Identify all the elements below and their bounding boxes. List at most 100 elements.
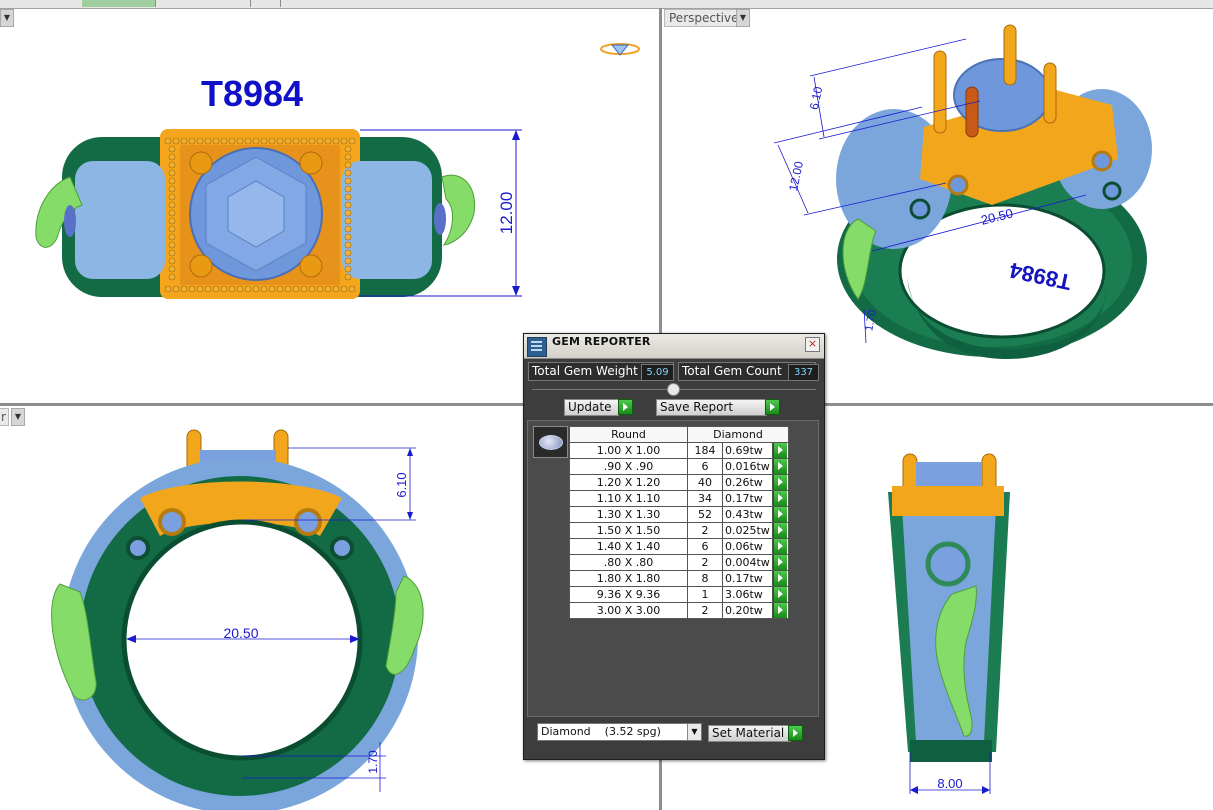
bead bbox=[204, 285, 212, 293]
save-report-go-icon[interactable] bbox=[765, 399, 780, 415]
bead bbox=[212, 137, 220, 145]
row-go-cell[interactable] bbox=[772, 506, 789, 523]
bead bbox=[344, 185, 352, 193]
row-select-icon[interactable] bbox=[773, 459, 787, 474]
row-go-cell[interactable] bbox=[772, 570, 789, 587]
row-go-cell[interactable] bbox=[772, 554, 789, 571]
gem-reporter-titlebar[interactable]: GEM REPORTER × bbox=[524, 334, 824, 359]
bead bbox=[164, 137, 172, 145]
row-go-cell[interactable] bbox=[772, 586, 789, 603]
bead bbox=[168, 225, 176, 233]
table-row[interactable]: 1.80 X 1.80 8 0.17tw bbox=[569, 570, 789, 587]
gem-size: 1.10 X 1.10 bbox=[569, 490, 688, 507]
row-select-icon[interactable] bbox=[773, 539, 787, 554]
bead bbox=[244, 285, 252, 293]
bead bbox=[196, 137, 204, 145]
gem-size: 1.30 X 1.30 bbox=[569, 506, 688, 523]
bead bbox=[300, 137, 308, 145]
viewport-tab[interactable] bbox=[155, 0, 251, 7]
bead bbox=[268, 285, 276, 293]
bead bbox=[168, 169, 176, 177]
viewport-tab-active[interactable] bbox=[82, 0, 156, 7]
gem-weight: 0.17tw bbox=[722, 570, 773, 587]
gem-size: .90 X .90 bbox=[569, 458, 688, 475]
gem-reporter-icon bbox=[527, 337, 547, 357]
gem-weight: 0.016tw bbox=[722, 458, 773, 475]
row-go-cell[interactable] bbox=[772, 490, 789, 507]
gem-reporter-title: GEM REPORTER bbox=[552, 335, 651, 348]
table-row[interactable]: 9.36 X 9.36 1 3.06tw bbox=[569, 586, 789, 603]
round-diamond-icon[interactable] bbox=[533, 426, 568, 458]
update-button[interactable]: Update bbox=[564, 399, 619, 416]
gem-weight: 3.06tw bbox=[722, 586, 773, 603]
set-material-go-icon[interactable] bbox=[788, 725, 803, 741]
table-row[interactable]: 1.10 X 1.10 34 0.17tw bbox=[569, 490, 789, 507]
save-report-button[interactable]: Save Report bbox=[656, 399, 767, 416]
row-select-icon[interactable] bbox=[773, 507, 787, 522]
model-label: T8984 bbox=[201, 73, 303, 114]
bead bbox=[344, 177, 352, 185]
bead bbox=[168, 161, 176, 169]
material-select[interactable]: Diamond (3.52 spg) ▼ bbox=[537, 723, 702, 741]
table-row[interactable]: 1.30 X 1.30 52 0.43tw bbox=[569, 506, 789, 523]
row-select-icon[interactable] bbox=[773, 443, 787, 458]
dimension-top: 6.10 bbox=[394, 472, 409, 497]
row-select-icon[interactable] bbox=[773, 587, 787, 602]
row-select-icon[interactable] bbox=[773, 555, 787, 570]
table-row[interactable]: 1.20 X 1.20 40 0.26tw bbox=[569, 474, 789, 491]
viewport-tab[interactable] bbox=[0, 0, 83, 7]
bead bbox=[348, 285, 356, 293]
table-row[interactable]: 1.40 X 1.40 6 0.06tw bbox=[569, 538, 789, 555]
bead bbox=[236, 137, 244, 145]
bead bbox=[344, 257, 352, 265]
gem-count: 2 bbox=[687, 554, 723, 571]
chevron-down-icon[interactable]: ▼ bbox=[687, 724, 701, 740]
bead bbox=[344, 193, 352, 201]
gem-count: 1 bbox=[687, 586, 723, 603]
bead bbox=[344, 217, 352, 225]
close-icon[interactable]: × bbox=[805, 337, 820, 352]
set-material-button[interactable]: Set Material bbox=[708, 725, 791, 742]
bead bbox=[172, 285, 180, 293]
table-row[interactable]: 1.50 X 1.50 2 0.025tw bbox=[569, 522, 789, 539]
viewport-tab[interactable] bbox=[250, 0, 281, 7]
gem-table: Round Diamond 1.00 X 1.00 184 0.69tw .90 X … bbox=[569, 426, 789, 619]
row-select-icon[interactable] bbox=[773, 523, 787, 538]
bead bbox=[212, 285, 220, 293]
bead bbox=[344, 233, 352, 241]
collapse-toggle-icon[interactable] bbox=[667, 383, 680, 396]
bead bbox=[180, 137, 188, 145]
bead bbox=[284, 137, 292, 145]
bead bbox=[168, 193, 176, 201]
row-go-cell[interactable] bbox=[772, 602, 789, 619]
row-go-cell[interactable] bbox=[772, 474, 789, 491]
bead bbox=[340, 285, 348, 293]
row-select-icon[interactable] bbox=[773, 571, 787, 586]
gem-size: 1.80 X 1.80 bbox=[569, 570, 688, 587]
row-select-icon[interactable] bbox=[773, 491, 787, 506]
bead bbox=[168, 257, 176, 265]
gem-count: 52 bbox=[687, 506, 723, 523]
gem-count: 184 bbox=[687, 442, 723, 459]
table-row[interactable]: .80 X .80 2 0.004tw bbox=[569, 554, 789, 571]
row-go-cell[interactable] bbox=[772, 442, 789, 459]
row-go-cell[interactable] bbox=[772, 458, 789, 475]
row-go-cell[interactable] bbox=[772, 538, 789, 555]
table-row[interactable]: .90 X .90 6 0.016tw bbox=[569, 458, 789, 475]
bead bbox=[220, 137, 228, 145]
gem-count: 34 bbox=[687, 490, 723, 507]
gem-size: 9.36 X 9.36 bbox=[569, 586, 688, 603]
bead bbox=[168, 201, 176, 209]
bead bbox=[260, 285, 268, 293]
table-row[interactable]: 1.00 X 1.00 184 0.69tw bbox=[569, 442, 789, 459]
gem-logo-icon bbox=[600, 43, 640, 56]
row-select-icon[interactable] bbox=[773, 603, 787, 618]
row-select-icon[interactable] bbox=[773, 475, 787, 490]
bead bbox=[168, 265, 176, 273]
bead bbox=[344, 225, 352, 233]
table-row[interactable]: 3.00 X 3.00 2 0.20tw bbox=[569, 602, 789, 619]
row-go-cell[interactable] bbox=[772, 522, 789, 539]
bead bbox=[168, 153, 176, 161]
update-go-icon[interactable] bbox=[618, 399, 633, 415]
bead bbox=[344, 145, 352, 153]
